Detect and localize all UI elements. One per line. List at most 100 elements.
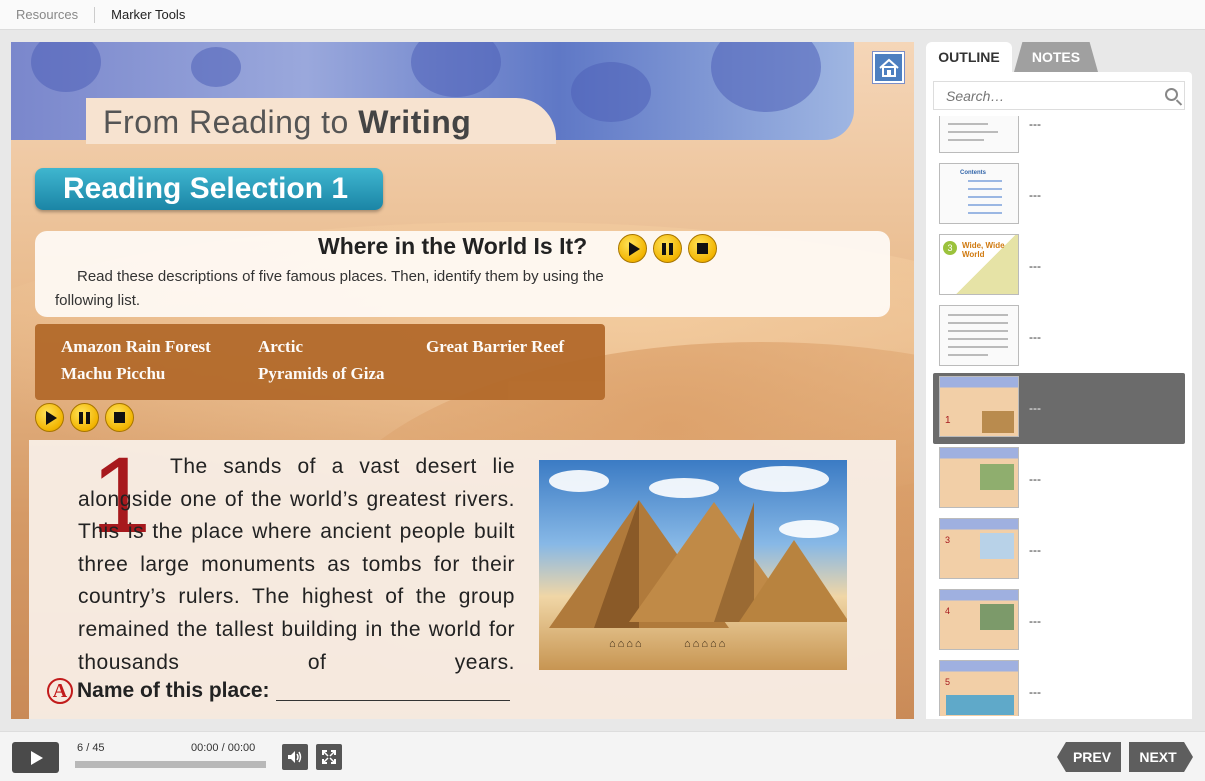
places-list-box: Amazon Rain Forest Arctic Great Barrier … <box>35 324 605 400</box>
sidebar-panel: OUTLINE NOTES --- Contents <box>926 42 1192 719</box>
paint-splash <box>571 62 651 122</box>
thumbnail-label: --- <box>1029 685 1041 699</box>
menu-resources[interactable]: Resources <box>0 7 94 22</box>
thumbnail-row[interactable]: --- <box>933 302 1185 373</box>
thumbnail-label: --- <box>1029 330 1041 344</box>
place-option: Amazon Rain Forest <box>61 337 211 356</box>
time-total: 00:00 <box>227 742 256 754</box>
audio-stop-button[interactable] <box>688 234 717 263</box>
reading-audio-controls <box>35 403 134 432</box>
thumbnail-label: --- <box>1029 472 1041 486</box>
slide-title-bold: Writing <box>358 104 472 140</box>
place-option: Great Barrier Reef <box>426 337 565 356</box>
slide-thumbnail <box>939 116 1019 153</box>
question-box: Where in the World Is It? Read these des… <box>35 231 890 317</box>
player-controls-bar: 6 / 45 00:00 / 00:00 PREV NEXT <box>0 731 1205 781</box>
time-current: 00:00 <box>191 742 219 754</box>
paint-splash <box>711 42 821 112</box>
slide-thumbnail: 3 <box>939 518 1019 579</box>
place-option: Machu Picchu <box>61 364 166 383</box>
thumbnail-row[interactable]: --- <box>933 116 1185 160</box>
thumbnail-label: --- <box>1029 543 1041 557</box>
search-icon[interactable] <box>1165 88 1178 101</box>
pyramids-photo: ⌂⌂⌂⌂ ⌂⌂⌂⌂⌂ <box>539 460 847 670</box>
page-separator: / <box>86 742 90 754</box>
search-input[interactable] <box>934 82 1154 109</box>
fullscreen-button[interactable] <box>316 744 342 770</box>
page-counter: 6 / 45 <box>77 742 105 754</box>
prev-button[interactable]: PREV <box>1057 742 1121 772</box>
tab-notes[interactable]: NOTES <box>1014 42 1098 72</box>
audio-stop-button[interactable] <box>105 403 134 432</box>
slide-thumbnail: Contents <box>939 163 1019 224</box>
question-title: Where in the World Is It? <box>318 233 588 259</box>
slide-title: From Reading to Writing <box>103 104 471 141</box>
thumbnail-label: --- <box>1029 117 1041 131</box>
stop-icon <box>697 243 708 254</box>
audio-play-button[interactable] <box>618 234 647 263</box>
time-separator: / <box>221 742 225 754</box>
menu-marker-tools[interactable]: Marker Tools <box>95 7 201 22</box>
slide-thumbnail: 1 <box>939 376 1019 437</box>
outline-body: --- Contents --- 3 Wide, Wide World <box>926 72 1192 719</box>
answer-letter-badge: A <box>47 678 73 704</box>
speaker-icon <box>288 751 302 763</box>
audio-pause-button[interactable] <box>653 234 682 263</box>
home-icon <box>878 58 899 77</box>
pause-icon <box>662 242 673 255</box>
answer-label: Name of this place: <box>77 679 270 702</box>
slide-thumbnail: 3 Wide, Wide World <box>939 234 1019 295</box>
time-display: 00:00 / 00:00 <box>191 742 255 754</box>
volume-button[interactable] <box>282 744 308 770</box>
passage-text: The sands of a vast desert lie alongside… <box>78 451 515 679</box>
answer-blank[interactable] <box>275 681 510 701</box>
reading-selection-label: Reading Selection 1 <box>35 168 383 210</box>
search-box <box>933 81 1185 110</box>
thumbnail-label: --- <box>1029 401 1041 415</box>
paint-splash <box>411 42 501 97</box>
slide-thumbnail <box>939 305 1019 366</box>
reading-passage-panel: 1 The sands of a vast desert lie alongsi… <box>29 434 896 719</box>
thumbnail-row[interactable]: 4 --- <box>933 586 1185 657</box>
top-menu-bar: Resources Marker Tools <box>0 0 1205 30</box>
play-icon <box>45 410 57 425</box>
current-page: 6 <box>77 742 84 754</box>
play-icon <box>628 241 640 256</box>
thumbnail-label: --- <box>1029 188 1041 202</box>
stop-icon <box>114 412 125 423</box>
audio-play-button[interactable] <box>35 403 64 432</box>
thumbnail-row[interactable]: 3 Wide, Wide World --- <box>933 231 1185 302</box>
slide-canvas: From Reading to Writing Reading Selectio… <box>11 42 914 719</box>
place-option: Arctic <box>258 337 303 356</box>
passage-body: The sands of a vast desert lie alongside… <box>78 455 515 674</box>
thumbnail-row[interactable]: --- <box>933 444 1185 515</box>
answer-line: A Name of this place: <box>47 678 510 704</box>
slide-thumbnail: 5 <box>939 660 1019 716</box>
thumbnail-row-selected[interactable]: 1 --- <box>933 373 1185 444</box>
progress-bar[interactable] <box>75 761 266 768</box>
question-audio-controls <box>618 234 717 263</box>
thumbnail-label: --- <box>1029 614 1041 628</box>
camel-caravan: ⌂⌂⌂⌂ ⌂⌂⌂⌂⌂ <box>609 638 728 650</box>
slide-thumbnail <box>939 447 1019 508</box>
expand-icon <box>322 750 336 764</box>
pause-icon <box>79 411 90 424</box>
total-pages: 45 <box>92 742 105 754</box>
slide-title-plain: From Reading to <box>103 104 359 140</box>
thumbnail-row[interactable]: 3 --- <box>933 515 1185 586</box>
slide-thumbnail: 4 <box>939 589 1019 650</box>
thumbnail-label: --- <box>1029 259 1041 273</box>
thumbnail-row[interactable]: 5 --- <box>933 657 1185 716</box>
thumbnail-row[interactable]: Contents --- <box>933 160 1185 231</box>
home-button[interactable] <box>873 52 904 83</box>
next-button[interactable]: NEXT <box>1129 742 1193 772</box>
place-option: Pyramids of Giza <box>258 364 385 383</box>
play-icon <box>31 750 43 765</box>
audio-pause-button[interactable] <box>70 403 99 432</box>
instructions-text: Read these descriptions of five famous p… <box>55 268 604 309</box>
play-button[interactable] <box>12 742 59 773</box>
paint-splash <box>31 42 101 92</box>
tab-outline[interactable]: OUTLINE <box>926 42 1012 72</box>
paint-splash <box>191 47 241 87</box>
thumbnail-list: --- Contents --- 3 Wide, Wide World --- … <box>926 116 1192 716</box>
